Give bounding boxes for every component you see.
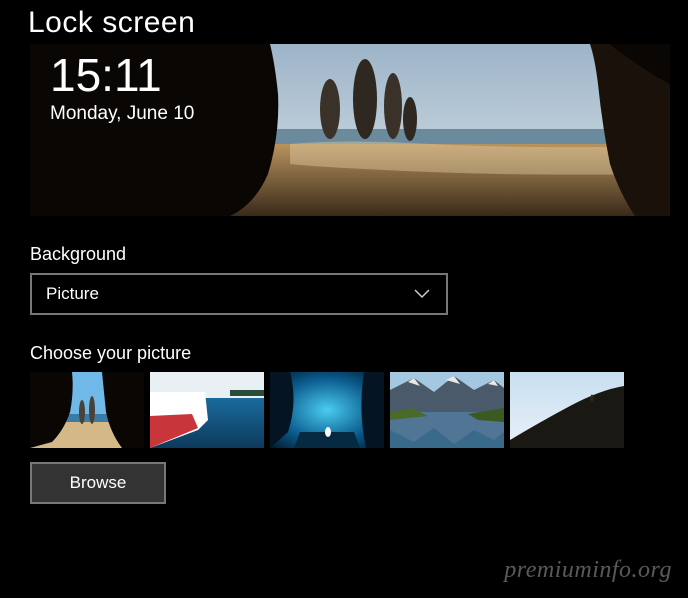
chevron-down-icon bbox=[412, 284, 432, 304]
thumbnail-beach-cave[interactable] bbox=[30, 372, 144, 448]
watermark: premiuminfo.org bbox=[504, 557, 672, 584]
background-dropdown[interactable]: Picture bbox=[30, 273, 448, 315]
preview-overlay: 15:11 Monday, June 10 bbox=[30, 44, 214, 131]
preview-time: 15:11 bbox=[50, 50, 194, 101]
thumbnail-mountain-lake[interactable] bbox=[390, 372, 504, 448]
background-dropdown-value: Picture bbox=[46, 284, 99, 304]
picture-thumbnails bbox=[30, 372, 688, 448]
browse-button[interactable]: Browse bbox=[30, 462, 166, 504]
preview-date: Monday, June 10 bbox=[50, 103, 194, 125]
page-title: Lock screen bbox=[0, 0, 688, 40]
lock-screen-preview: 15:11 Monday, June 10 bbox=[30, 44, 670, 216]
background-label: Background bbox=[30, 244, 688, 265]
choose-picture-label: Choose your picture bbox=[30, 343, 688, 364]
browse-button-label: Browse bbox=[70, 473, 127, 493]
thumbnail-hillside-sky[interactable] bbox=[510, 372, 624, 448]
thumbnail-ice-cave[interactable] bbox=[270, 372, 384, 448]
thumbnail-boat-ocean[interactable] bbox=[150, 372, 264, 448]
